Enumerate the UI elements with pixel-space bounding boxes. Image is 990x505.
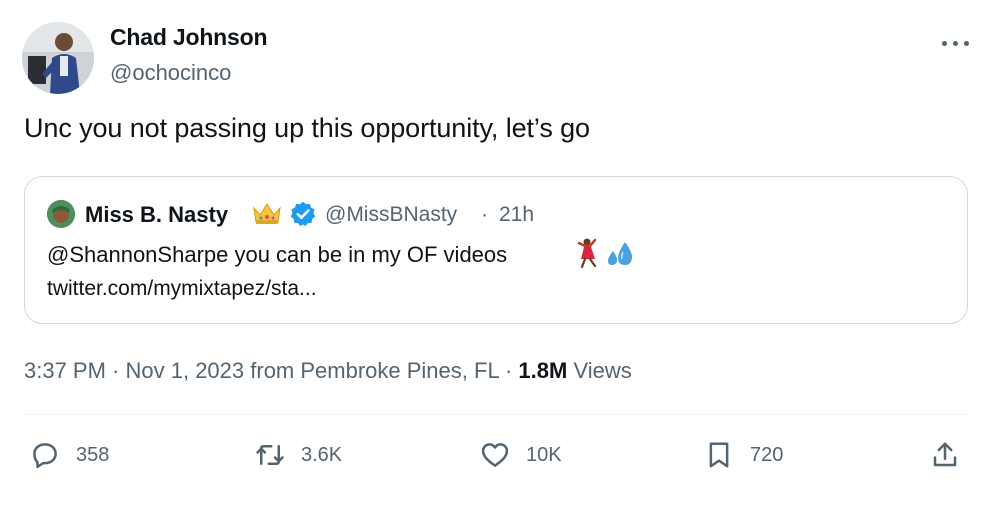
tweet-date[interactable]: Nov 1, 2023 — [126, 358, 245, 383]
bookmark-icon — [709, 442, 729, 468]
views-count: 1.8M — [518, 358, 568, 383]
tweet-time[interactable]: 3:37 PM — [24, 358, 106, 383]
tweet-meta: 3:37 PM · Nov 1, 2023 from Pembroke Pine… — [24, 358, 632, 384]
heart-icon — [481, 443, 509, 467]
like-button[interactable]: 10K — [480, 437, 562, 473]
tweet-location: from Pembroke Pines, FL — [244, 358, 499, 383]
tweet: Chad Johnson @ochocinco Unc you not pass… — [0, 0, 990, 505]
meta-separator: · — [498, 358, 519, 383]
crown-emoji-icon — [253, 203, 281, 224]
author-name[interactable]: Chad Johnson — [110, 24, 268, 51]
tweet-text: Unc you not passing up this opportunity,… — [24, 113, 590, 143]
retweet-count: 3.6K — [301, 443, 343, 466]
divider — [24, 414, 970, 415]
bookmark-button[interactable]: 720 — [704, 437, 783, 473]
quoted-timestamp: 21h — [499, 203, 535, 226]
share-button[interactable] — [930, 437, 960, 473]
views-label: Views — [567, 358, 632, 383]
quoted-author-name: Miss B. Nasty — [85, 202, 229, 227]
dancer-emoji-icon — [577, 238, 597, 269]
quoted-link[interactable]: twitter.com/mymixtapez/sta... — [47, 277, 317, 301]
like-count: 10K — [526, 443, 562, 466]
profile-photo-icon — [22, 22, 94, 94]
author-handle[interactable]: @ochocinco — [110, 60, 231, 86]
quoted-separator: · — [481, 203, 488, 226]
quoted-text: @ShannonSharpe you can be in my OF video… — [47, 242, 508, 267]
retweet-button[interactable]: 3.6K — [255, 437, 342, 473]
more-options-icon[interactable] — [940, 38, 972, 50]
meta-separator: · — [105, 358, 126, 383]
share-icon — [933, 442, 957, 467]
reply-icon — [33, 443, 57, 469]
author-avatar[interactable] — [22, 22, 94, 94]
quoted-author-handle: @MissBNasty — [325, 203, 458, 226]
retweet-icon — [256, 445, 284, 465]
quoted-avatar — [47, 200, 75, 228]
reply-button[interactable]: 358 — [30, 437, 109, 473]
quoted-tweet[interactable]: Miss B. Nasty @MissBNasty · 21h @Shannon… — [24, 176, 968, 324]
verified-badge-icon — [290, 201, 316, 227]
sweat-droplets-emoji-icon — [608, 242, 633, 265]
bookmark-count: 720 — [750, 443, 784, 466]
quoted-profile-photo-icon — [47, 200, 75, 228]
reply-count: 358 — [76, 443, 110, 466]
